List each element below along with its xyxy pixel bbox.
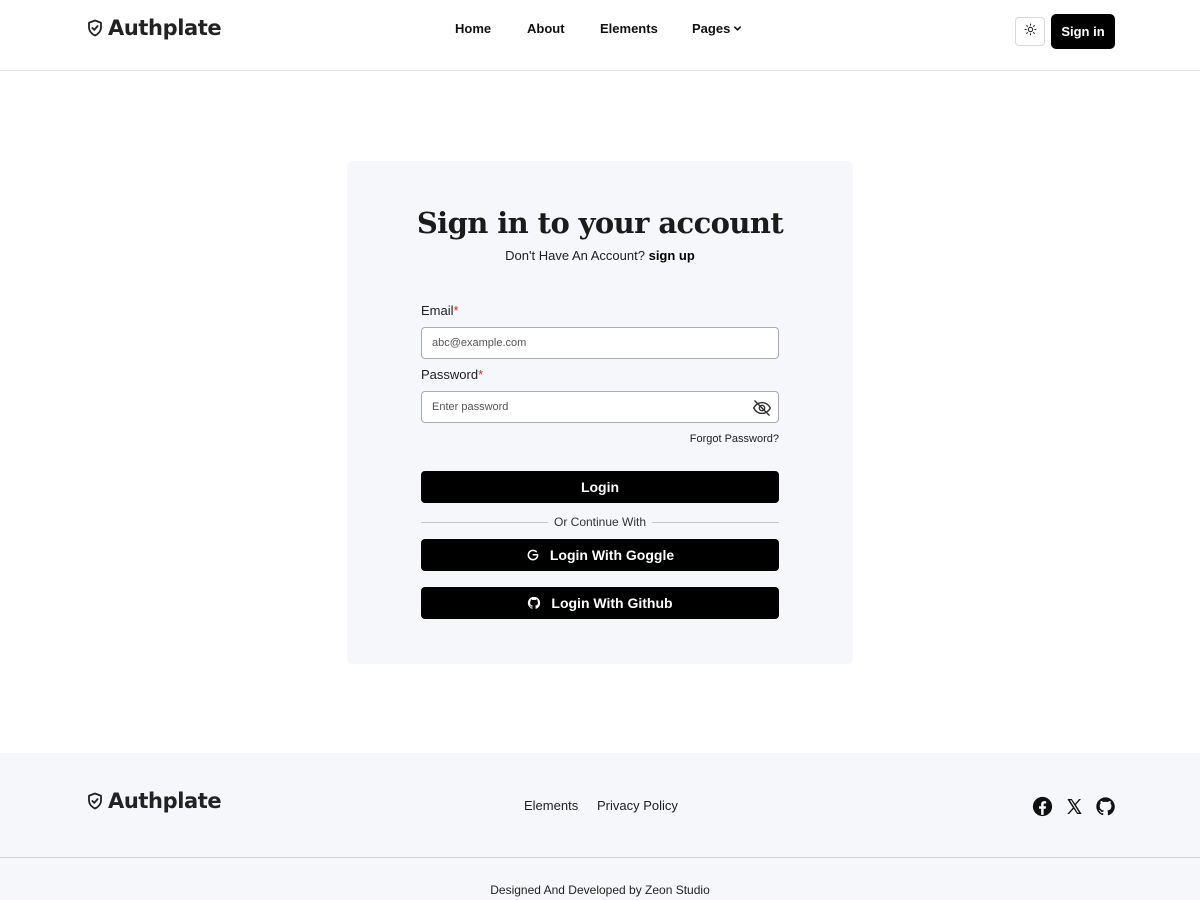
email-field[interactable] — [422, 328, 778, 358]
sun-icon — [1024, 23, 1037, 41]
divider-line — [421, 521, 548, 523]
password-label-text: Password — [421, 367, 479, 382]
nav-item-home[interactable]: Home — [455, 21, 491, 36]
site-header: Authplate Home About Elements Pages Sign… — [0, 0, 1200, 71]
email-label: Email* — [421, 303, 459, 318]
footer-link-elements[interactable]: Elements — [524, 798, 578, 813]
chevron-down-icon — [733, 21, 742, 36]
google-icon — [526, 548, 540, 562]
login-button-label: Login — [580, 479, 620, 495]
brand-name: Authplate — [108, 16, 222, 40]
eye-off-icon[interactable] — [752, 398, 772, 418]
copyright-text: Designed And Developed by Zeon Studio — [490, 883, 710, 897]
github-login-label: Login With Github — [551, 595, 673, 611]
password-field-wrapper — [421, 391, 779, 423]
facebook-icon[interactable] — [1031, 795, 1053, 817]
footer-link-privacy-policy[interactable]: Privacy Policy — [597, 798, 678, 813]
nav-item-pages-label: Pages — [692, 21, 731, 36]
login-button[interactable]: Login — [421, 471, 779, 503]
email-label-text: Email — [421, 303, 454, 318]
shield-check-icon — [85, 17, 105, 39]
footer-brand-logo[interactable]: Authplate — [85, 787, 222, 815]
site-footer: Authplate Elements Privacy Policy Design… — [0, 753, 1200, 900]
signup-prompt-text: Don't Have An Account? — [505, 248, 645, 263]
github-icon — [527, 596, 541, 610]
footer-brand-name: Authplate — [108, 789, 222, 813]
nav-item-pages[interactable]: Pages — [692, 21, 742, 36]
signup-link[interactable]: sign up — [649, 248, 695, 263]
password-label: Password* — [421, 367, 483, 382]
forgot-password-link[interactable]: Forgot Password? — [600, 433, 779, 445]
signup-prompt: Don't Have An Account? sign up — [0, 248, 1200, 263]
nav-item-about[interactable]: About — [527, 21, 565, 36]
page-title: Sign in to your account — [416, 206, 784, 240]
email-field-wrapper — [421, 327, 779, 359]
github-login-button[interactable]: Login With Github — [421, 587, 779, 619]
github-icon[interactable] — [1094, 795, 1116, 817]
shield-check-icon — [85, 790, 105, 812]
header-signin-button[interactable]: Sign in — [1051, 14, 1115, 49]
x-icon[interactable] — [1063, 795, 1085, 817]
required-mark: * — [453, 303, 459, 318]
footer-divider — [0, 857, 1200, 858]
divider-text: Or Continue With — [553, 515, 647, 529]
nav-item-elements[interactable]: Elements — [600, 21, 658, 36]
theme-toggle-button[interactable] — [1015, 17, 1045, 46]
password-field[interactable] — [422, 392, 778, 422]
google-login-label: Login With Goggle — [549, 547, 675, 563]
divider-line — [652, 521, 780, 523]
divider: Or Continue With — [421, 514, 780, 530]
required-mark: * — [478, 367, 484, 382]
brand-logo[interactable]: Authplate — [85, 14, 222, 42]
google-login-button[interactable]: Login With Goggle — [421, 539, 779, 571]
